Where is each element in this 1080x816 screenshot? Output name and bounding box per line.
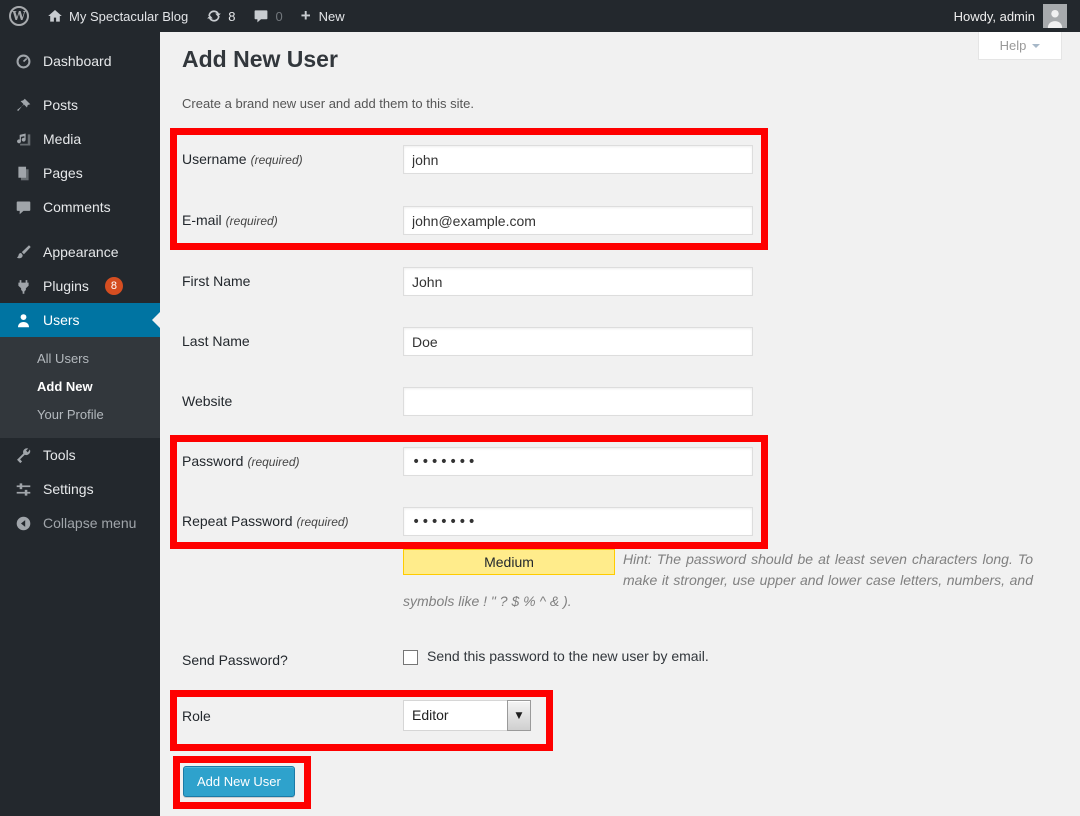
- password-label: Password(required): [182, 447, 300, 477]
- sidebar-item-media[interactable]: Media: [0, 122, 160, 156]
- sidebar-item-dashboard[interactable]: Dashboard: [0, 44, 160, 78]
- update-count: 8: [228, 9, 235, 24]
- paintbrush-icon: [13, 244, 33, 261]
- new-label: New: [319, 9, 345, 24]
- comment-count: 0: [275, 9, 282, 24]
- website-label: Website: [182, 387, 232, 416]
- home-icon: [47, 8, 63, 24]
- new-content-menu[interactable]: + New: [292, 0, 354, 32]
- sidebar-item-users[interactable]: Users: [0, 303, 160, 337]
- sidebar-item-plugins[interactable]: Plugins 8: [0, 269, 160, 303]
- last-name-label: Last Name: [182, 327, 250, 356]
- password-strength-meter: Medium: [403, 549, 615, 575]
- current-item-arrow: [144, 312, 160, 328]
- first-name-input[interactable]: [403, 267, 753, 296]
- role-selected-value: Editor: [403, 700, 507, 731]
- avatar: [1043, 4, 1067, 28]
- main-content: Help Add New User Create a brand new use…: [160, 32, 1080, 816]
- email-label: E-mail(required): [182, 206, 278, 236]
- repeat-password-label: Repeat Password(required): [182, 507, 349, 537]
- sidebar-item-pages[interactable]: Pages: [0, 156, 160, 190]
- help-button[interactable]: Help: [978, 32, 1062, 60]
- comments-link[interactable]: 0: [244, 0, 291, 32]
- send-password-checkbox-text: Send this password to the new user by em…: [427, 646, 709, 666]
- updates-link[interactable]: 8: [197, 0, 244, 32]
- required-note: (required): [226, 214, 278, 228]
- password-input[interactable]: [403, 447, 753, 476]
- collapse-menu-button[interactable]: Collapse menu: [0, 506, 160, 540]
- wrench-icon: [13, 447, 33, 464]
- help-label: Help: [1000, 38, 1027, 53]
- sidebar-label: Pages: [43, 165, 83, 181]
- sidebar-item-posts[interactable]: Posts: [0, 88, 160, 122]
- collapse-arrow-icon: [13, 515, 33, 532]
- sidebar-label: Collapse menu: [43, 515, 136, 531]
- username-label: Username(required): [182, 145, 303, 175]
- role-select[interactable]: Editor ▼: [403, 700, 531, 731]
- sliders-icon: [13, 481, 33, 498]
- chevron-down-icon: [1032, 44, 1040, 52]
- last-name-input[interactable]: [403, 327, 753, 356]
- sidebar-label: Appearance: [43, 244, 119, 260]
- pages-icon: [13, 165, 33, 182]
- users-submenu: All Users Add New Your Profile: [0, 337, 160, 438]
- sidebar-label: Plugins: [43, 278, 89, 294]
- howdy-text: Howdy, admin: [954, 9, 1035, 24]
- admin-bar: W My Spectacular Blog 8 0 + New Howdy, a…: [0, 0, 1080, 32]
- page-title: Add New User: [182, 46, 338, 73]
- page-description: Create a brand new user and add them to …: [182, 96, 474, 111]
- username-input[interactable]: [403, 145, 753, 174]
- site-name-link[interactable]: My Spectacular Blog: [38, 0, 197, 32]
- sidebar-label: Tools: [43, 447, 76, 463]
- role-label: Role: [182, 702, 211, 731]
- sidebar-label: Dashboard: [43, 53, 112, 69]
- email-input[interactable]: [403, 206, 753, 235]
- first-name-label: First Name: [182, 267, 250, 296]
- sidebar-label: Media: [43, 131, 81, 147]
- plugins-update-badge: 8: [105, 277, 123, 295]
- required-note: (required): [247, 455, 299, 469]
- comments-icon: [13, 199, 33, 216]
- sidebar-label: Settings: [43, 481, 94, 497]
- wordpress-logo-icon: W: [9, 6, 29, 26]
- site-name-label: My Spectacular Blog: [69, 9, 188, 24]
- submenu-add-new[interactable]: Add New: [0, 373, 160, 401]
- dropdown-arrow-icon: ▼: [507, 700, 531, 731]
- submenu-your-profile[interactable]: Your Profile: [0, 401, 160, 429]
- required-note: (required): [297, 515, 349, 529]
- plus-icon: +: [301, 6, 311, 26]
- repeat-password-input[interactable]: [403, 507, 753, 536]
- submenu-all-users[interactable]: All Users: [0, 345, 160, 373]
- add-new-user-button[interactable]: Add New User: [183, 766, 295, 797]
- admin-sidebar: Dashboard Posts Media Pages Comments: [0, 32, 160, 816]
- account-menu[interactable]: Howdy, admin: [941, 0, 1080, 32]
- updates-icon: [206, 8, 222, 24]
- sidebar-item-settings[interactable]: Settings: [0, 472, 160, 506]
- wp-logo-menu[interactable]: W: [0, 0, 38, 32]
- media-icon: [13, 131, 33, 148]
- comments-bubble-icon: [253, 8, 269, 24]
- pushpin-icon: [13, 97, 33, 114]
- password-strength-section: Medium Hint: The password should be at l…: [403, 549, 1033, 612]
- website-input[interactable]: [403, 387, 753, 416]
- plug-icon: [13, 278, 33, 295]
- send-password-label: Send Password?: [182, 646, 288, 675]
- sidebar-label: Users: [43, 312, 80, 328]
- send-password-checkbox[interactable]: [403, 650, 418, 665]
- sidebar-label: Comments: [43, 199, 111, 215]
- sidebar-item-tools[interactable]: Tools: [0, 438, 160, 472]
- required-note: (required): [251, 153, 303, 167]
- sidebar-item-appearance[interactable]: Appearance: [0, 235, 160, 269]
- dashboard-icon: [13, 53, 33, 70]
- sidebar-label: Posts: [43, 97, 78, 113]
- user-icon: [13, 312, 33, 329]
- sidebar-item-comments[interactable]: Comments: [0, 190, 160, 224]
